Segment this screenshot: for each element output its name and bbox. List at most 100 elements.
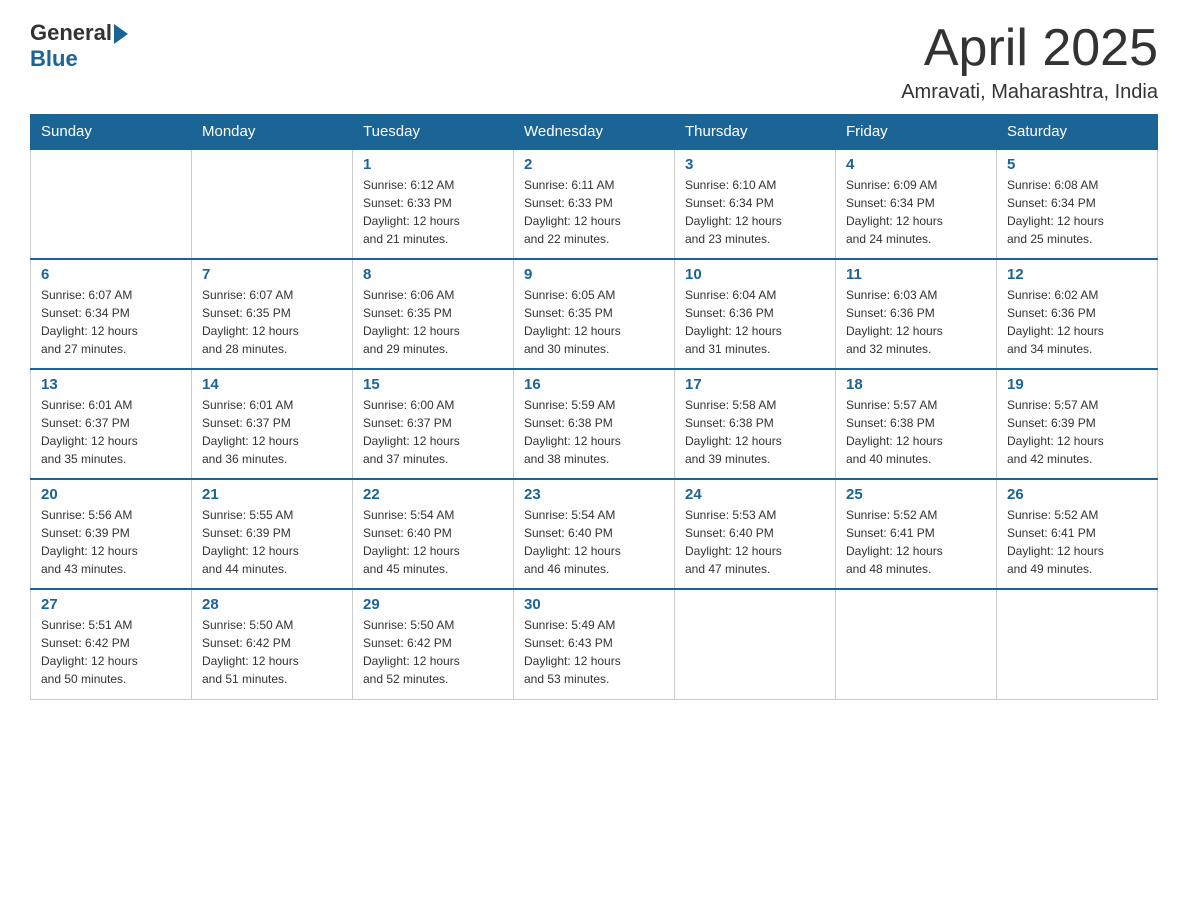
day-info: Sunrise: 6:00 AM Sunset: 6:37 PM Dayligh… xyxy=(363,396,503,468)
day-number: 29 xyxy=(363,596,503,613)
calendar-cell: 28Sunrise: 5:50 AM Sunset: 6:42 PM Dayli… xyxy=(192,589,353,699)
day-number: 10 xyxy=(685,266,825,283)
day-info: Sunrise: 6:04 AM Sunset: 6:36 PM Dayligh… xyxy=(685,286,825,358)
calendar-cell: 27 Sunrise: 5:51 AM Sunset: 6:42 PM Dayli… xyxy=(31,589,192,699)
calendar-week-1: 1 Sunrise: 6:12 AM Sunset: 6:33 PM Daylig… xyxy=(31,149,1158,259)
day-info: Sunrise: 5:54 AM Sunset: 6:40 PM Dayligh… xyxy=(524,506,664,578)
day-number: 14 xyxy=(202,376,342,393)
calendar-cell: 23Sunrise: 5:54 AM Sunset: 6:40 PM Dayli… xyxy=(514,479,675,589)
calendar-cell: 19Sunrise: 5:57 AM Sunset: 6:39 PM Dayli… xyxy=(997,369,1158,479)
calendar-cell: 8Sunrise: 6:06 AM Sunset: 6:35 PM Daylig… xyxy=(353,259,514,369)
day-number: 20 xyxy=(41,486,181,503)
calendar-cell: 11 Sunrise: 6:03 AM Sunset: 6:36 PM Dayli… xyxy=(836,259,997,369)
calendar-cell: 16 Sunrise: 5:59 AM Sunset: 6:38 PM Dayli… xyxy=(514,369,675,479)
day-info: Sunrise: 5:55 AM Sunset: 6:39 PM Dayligh… xyxy=(202,506,342,578)
day-info: Sunrise: 6:11 AM Sunset: 6:33 PM Dayligh… xyxy=(524,176,664,248)
day-number: 21 xyxy=(202,486,342,503)
logo-text-general: General xyxy=(30,20,112,46)
day-info: Sunrise: 5:51 AM Sunset: 6:42 PM Dayligh… xyxy=(41,616,181,688)
calendar-cell: 26 Sunrise: 5:52 AM Sunset: 6:41 PM Dayli… xyxy=(997,479,1158,589)
day-number: 30 xyxy=(524,596,664,613)
calendar-cell xyxy=(997,589,1158,699)
page-title: April 2025 xyxy=(901,20,1158,77)
day-number: 11 xyxy=(846,266,986,283)
day-number: 13 xyxy=(41,376,181,393)
day-info: Sunrise: 6:01 AM Sunset: 6:37 PM Dayligh… xyxy=(202,396,342,468)
title-block: April 2025 Amravati, Maharashtra, India xyxy=(901,20,1158,104)
calendar-cell: 13Sunrise: 6:01 AM Sunset: 6:37 PM Dayli… xyxy=(31,369,192,479)
col-header-wednesday: Wednesday xyxy=(514,115,675,150)
day-number: 4 xyxy=(846,156,986,173)
calendar-cell: 29 Sunrise: 5:50 AM Sunset: 6:42 PM Dayli… xyxy=(353,589,514,699)
day-number: 2 xyxy=(524,156,664,173)
logo-text-blue: Blue xyxy=(30,46,128,72)
col-header-friday: Friday xyxy=(836,115,997,150)
day-number: 1 xyxy=(363,156,503,173)
day-info: Sunrise: 5:54 AM Sunset: 6:40 PM Dayligh… xyxy=(363,506,503,578)
calendar-cell: 9Sunrise: 6:05 AM Sunset: 6:35 PM Daylig… xyxy=(514,259,675,369)
calendar-cell: 30 Sunrise: 5:49 AM Sunset: 6:43 PM Dayli… xyxy=(514,589,675,699)
day-info: Sunrise: 6:08 AM Sunset: 6:34 PM Dayligh… xyxy=(1007,176,1147,248)
day-number: 12 xyxy=(1007,266,1147,283)
calendar-week-2: 6Sunrise: 6:07 AM Sunset: 6:34 PM Daylig… xyxy=(31,259,1158,369)
logo-arrow-icon xyxy=(114,24,128,44)
calendar-cell: 24Sunrise: 5:53 AM Sunset: 6:40 PM Dayli… xyxy=(675,479,836,589)
day-info: Sunrise: 5:58 AM Sunset: 6:38 PM Dayligh… xyxy=(685,396,825,468)
calendar-week-4: 20 Sunrise: 5:56 AM Sunset: 6:39 PM Dayli… xyxy=(31,479,1158,589)
day-info: Sunrise: 5:52 AM Sunset: 6:41 PM Dayligh… xyxy=(846,506,986,578)
day-info: Sunrise: 6:12 AM Sunset: 6:33 PM Dayligh… xyxy=(363,176,503,248)
day-number: 16 xyxy=(524,376,664,393)
day-info: Sunrise: 6:07 AM Sunset: 6:35 PM Dayligh… xyxy=(202,286,342,358)
calendar-cell xyxy=(836,589,997,699)
day-info: Sunrise: 6:09 AM Sunset: 6:34 PM Dayligh… xyxy=(846,176,986,248)
day-info: Sunrise: 5:57 AM Sunset: 6:38 PM Dayligh… xyxy=(846,396,986,468)
calendar-cell: 12 Sunrise: 6:02 AM Sunset: 6:36 PM Dayli… xyxy=(997,259,1158,369)
page-subtitle: Amravati, Maharashtra, India xyxy=(901,81,1158,104)
day-info: Sunrise: 6:03 AM Sunset: 6:36 PM Dayligh… xyxy=(846,286,986,358)
day-info: Sunrise: 5:49 AM Sunset: 6:43 PM Dayligh… xyxy=(524,616,664,688)
day-number: 17 xyxy=(685,376,825,393)
day-number: 7 xyxy=(202,266,342,283)
calendar-table: SundayMondayTuesdayWednesdayThursdayFrid… xyxy=(30,114,1158,700)
day-info: Sunrise: 6:06 AM Sunset: 6:35 PM Dayligh… xyxy=(363,286,503,358)
col-header-saturday: Saturday xyxy=(997,115,1158,150)
day-number: 3 xyxy=(685,156,825,173)
calendar-cell: 22 Sunrise: 5:54 AM Sunset: 6:40 PM Dayli… xyxy=(353,479,514,589)
day-number: 15 xyxy=(363,376,503,393)
calendar-cell: 4 Sunrise: 6:09 AM Sunset: 6:34 PM Daylig… xyxy=(836,149,997,259)
calendar-cell: 17 Sunrise: 5:58 AM Sunset: 6:38 PM Dayli… xyxy=(675,369,836,479)
day-number: 6 xyxy=(41,266,181,283)
calendar-header-row: SundayMondayTuesdayWednesdayThursdayFrid… xyxy=(31,115,1158,150)
calendar-cell: 25Sunrise: 5:52 AM Sunset: 6:41 PM Dayli… xyxy=(836,479,997,589)
calendar-cell xyxy=(192,149,353,259)
day-info: Sunrise: 6:02 AM Sunset: 6:36 PM Dayligh… xyxy=(1007,286,1147,358)
calendar-cell: 2 Sunrise: 6:11 AM Sunset: 6:33 PM Daylig… xyxy=(514,149,675,259)
day-info: Sunrise: 5:59 AM Sunset: 6:38 PM Dayligh… xyxy=(524,396,664,468)
calendar-cell xyxy=(675,589,836,699)
day-info: Sunrise: 5:50 AM Sunset: 6:42 PM Dayligh… xyxy=(363,616,503,688)
col-header-thursday: Thursday xyxy=(675,115,836,150)
col-header-tuesday: Tuesday xyxy=(353,115,514,150)
calendar-cell: 18 Sunrise: 5:57 AM Sunset: 6:38 PM Dayli… xyxy=(836,369,997,479)
logo: General Blue xyxy=(30,20,128,73)
day-number: 9 xyxy=(524,266,664,283)
calendar-cell: 15 Sunrise: 6:00 AM Sunset: 6:37 PM Dayli… xyxy=(353,369,514,479)
calendar-cell: 1 Sunrise: 6:12 AM Sunset: 6:33 PM Daylig… xyxy=(353,149,514,259)
day-number: 24 xyxy=(685,486,825,503)
day-info: Sunrise: 5:57 AM Sunset: 6:39 PM Dayligh… xyxy=(1007,396,1147,468)
page-header: General Blue April 2025 Amravati, Mahara… xyxy=(30,20,1158,104)
calendar-week-3: 13 Sunrise: 6:01 AM Sunset: 6:37 PM Dayli… xyxy=(31,369,1158,479)
calendar-cell: 5 Sunrise: 6:08 AM Sunset: 6:34 PM Daylig… xyxy=(997,149,1158,259)
day-number: 22 xyxy=(363,486,503,503)
day-info: Sunrise: 5:56 AM Sunset: 6:39 PM Dayligh… xyxy=(41,506,181,578)
day-info: Sunrise: 5:50 AM Sunset: 6:42 PM Dayligh… xyxy=(202,616,342,688)
calendar-cell: 14 Sunrise: 6:01 AM Sunset: 6:37 PM Dayli… xyxy=(192,369,353,479)
day-number: 18 xyxy=(846,376,986,393)
day-number: 27 xyxy=(41,596,181,613)
day-number: 5 xyxy=(1007,156,1147,173)
day-info: Sunrise: 5:52 AM Sunset: 6:41 PM Dayligh… xyxy=(1007,506,1147,578)
col-header-sunday: Sunday xyxy=(31,115,192,150)
calendar-cell: 21 Sunrise: 5:55 AM Sunset: 6:39 PM Dayli… xyxy=(192,479,353,589)
calendar-cell: 7 Sunrise: 6:07 AM Sunset: 6:35 PM Daylig… xyxy=(192,259,353,369)
day-number: 26 xyxy=(1007,486,1147,503)
